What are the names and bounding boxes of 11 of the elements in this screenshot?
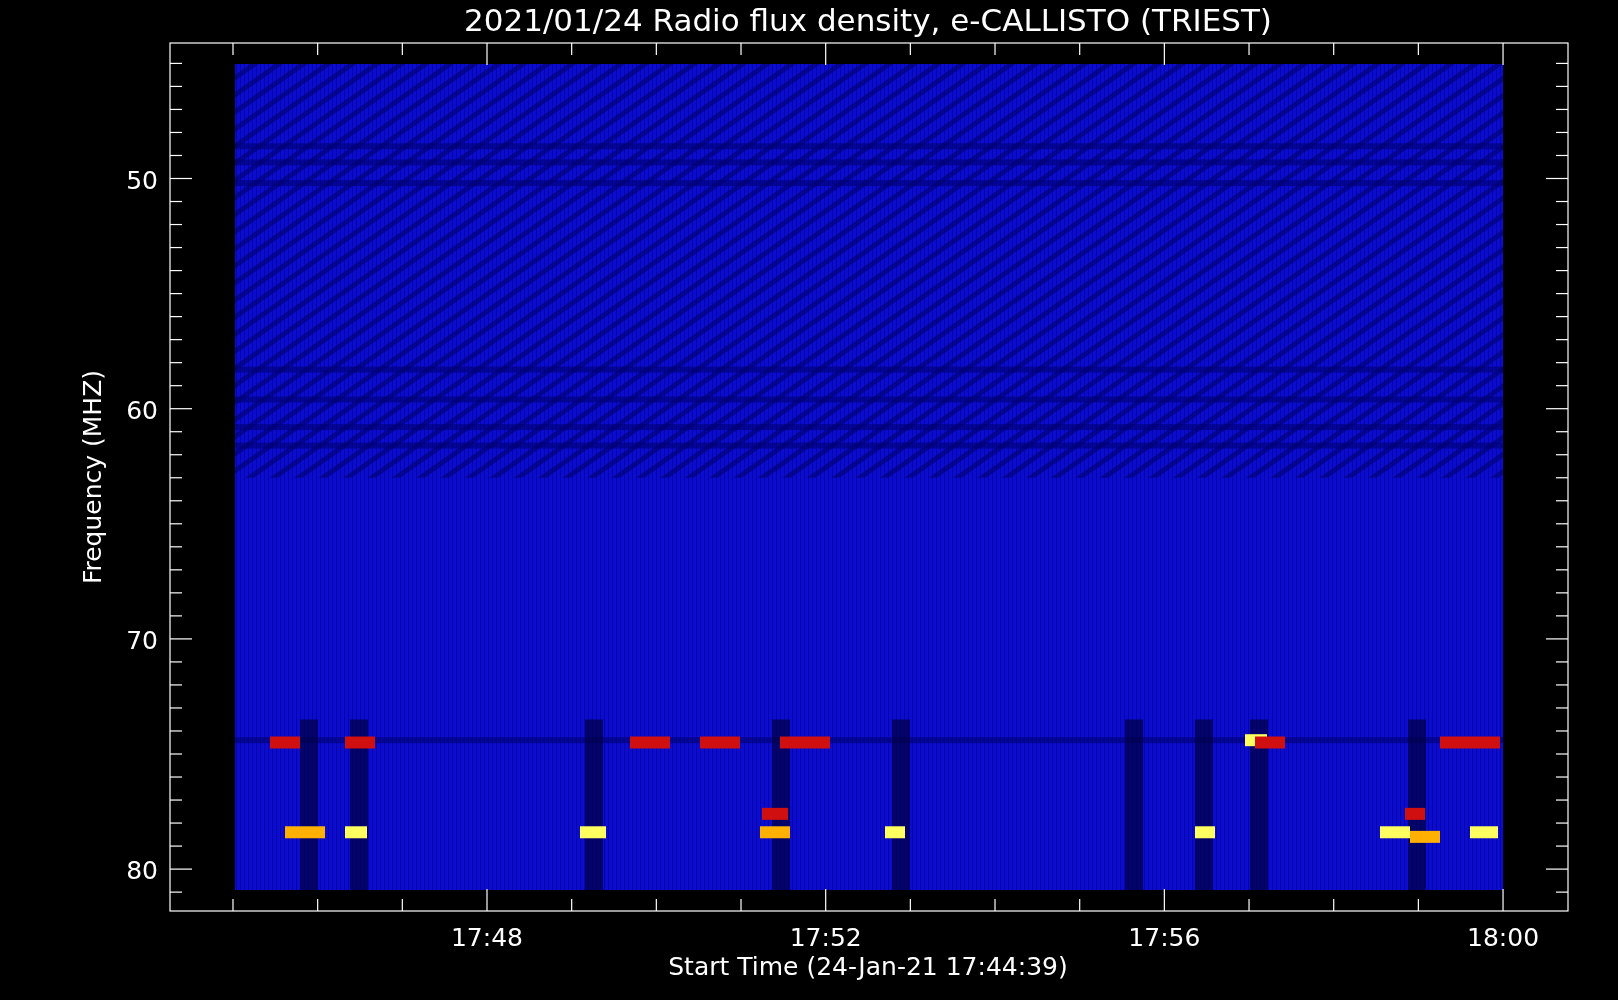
chart-title: 2021/01/24 Radio flux density, e-CALLISTO (TRIEST): [464, 2, 1272, 38]
tick-label: 17:48: [451, 923, 523, 952]
tick-label: 70: [126, 625, 158, 655]
tick-label: 50: [126, 165, 158, 195]
axis-label: Frequency (MHZ): [78, 369, 107, 585]
tick-label: 60: [126, 395, 158, 425]
tick-label: 17:56: [1128, 923, 1201, 952]
tick-label: 18:00: [1467, 923, 1540, 952]
axis-label: Start Time (24-Jan-21 17:44:39): [668, 952, 1068, 981]
tick-label: 80: [126, 856, 158, 886]
tick-label: 17:52: [789, 923, 862, 952]
